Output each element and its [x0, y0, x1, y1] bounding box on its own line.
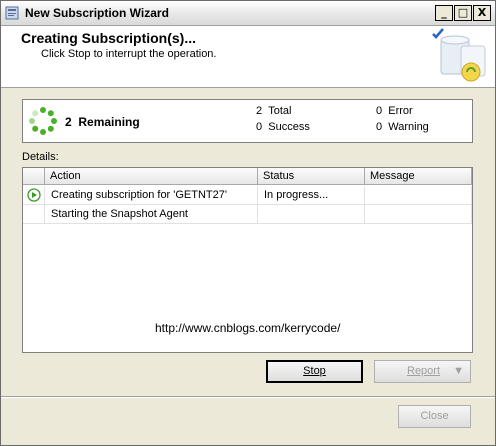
row-icon-cell [23, 186, 45, 205]
in-progress-icon [27, 188, 41, 202]
warning-stat: 0 Warning [376, 121, 429, 133]
status-summary: 2 Remaining 2 Total 0 Success 0 Error 0 … [22, 99, 473, 143]
wizard-header: Creating Subscription(s)... Click Stop t… [1, 26, 495, 88]
watermark-text: http://www.cnblogs.com/kerrycode/ [155, 321, 341, 335]
error-number: 0 [376, 105, 383, 117]
stop-button[interactable]: Stop [266, 360, 363, 383]
close-window-button[interactable]: X [473, 5, 491, 21]
row-icon-cell [23, 205, 45, 224]
chevron-down-icon: ▼ [453, 365, 464, 377]
row-message [365, 186, 472, 205]
remaining-number: 2 [65, 115, 72, 129]
app-icon [5, 6, 19, 20]
details-grid[interactable]: Action Status Message Creating subscript… [22, 167, 473, 353]
progress-spinner-icon [29, 107, 57, 135]
column-header-status[interactable]: Status [258, 168, 365, 185]
page-title: Creating Subscription(s)... [21, 30, 197, 46]
warning-label: Warning [388, 121, 429, 133]
window-title: New Subscription Wizard [25, 6, 169, 20]
success-number: 0 [256, 121, 263, 133]
details-label: Details: [22, 151, 59, 163]
report-button[interactable]: Report ▼ [374, 360, 471, 383]
warning-number: 0 [376, 121, 383, 133]
table-row[interactable]: Creating subscription for 'GETNT27' In p… [23, 186, 472, 205]
page-subtitle: Click Stop to interrupt the operation. [41, 48, 217, 60]
subscription-wizard-icon [432, 28, 486, 82]
stop-button-label: Stop [303, 365, 326, 377]
total-label: Total [268, 105, 292, 117]
table-row[interactable]: Starting the Snapshot Agent [23, 205, 472, 224]
row-action: Creating subscription for 'GETNT27' [45, 186, 258, 205]
column-header-action[interactable]: Action [45, 168, 258, 185]
report-button-label: Report [407, 365, 441, 377]
wizard-window: New Subscription Wizard _ □ X Creating S… [0, 0, 496, 446]
total-number: 2 [256, 105, 263, 117]
success-label: Success [268, 121, 310, 133]
row-status: In progress... [258, 186, 365, 205]
column-header-icon[interactable] [23, 168, 45, 185]
error-label: Error [388, 105, 413, 117]
close-button-label: Close [420, 410, 449, 422]
column-header-message[interactable]: Message [365, 168, 472, 185]
error-stat: 0 Error [376, 105, 413, 117]
footer-divider [1, 396, 495, 398]
row-action: Starting the Snapshot Agent [45, 205, 258, 224]
close-button[interactable]: Close [398, 405, 471, 428]
success-stat: 0 Success [256, 121, 310, 133]
remaining-label: Remaining [78, 115, 140, 129]
minimize-button[interactable]: _ [435, 5, 453, 21]
total-stat: 2 Total [256, 105, 292, 117]
row-message [365, 205, 472, 224]
maximize-button[interactable]: □ [454, 5, 472, 21]
title-bar[interactable]: New Subscription Wizard _ □ X [1, 1, 495, 26]
remaining-count: 2 Remaining [65, 115, 140, 129]
row-status [258, 205, 365, 224]
